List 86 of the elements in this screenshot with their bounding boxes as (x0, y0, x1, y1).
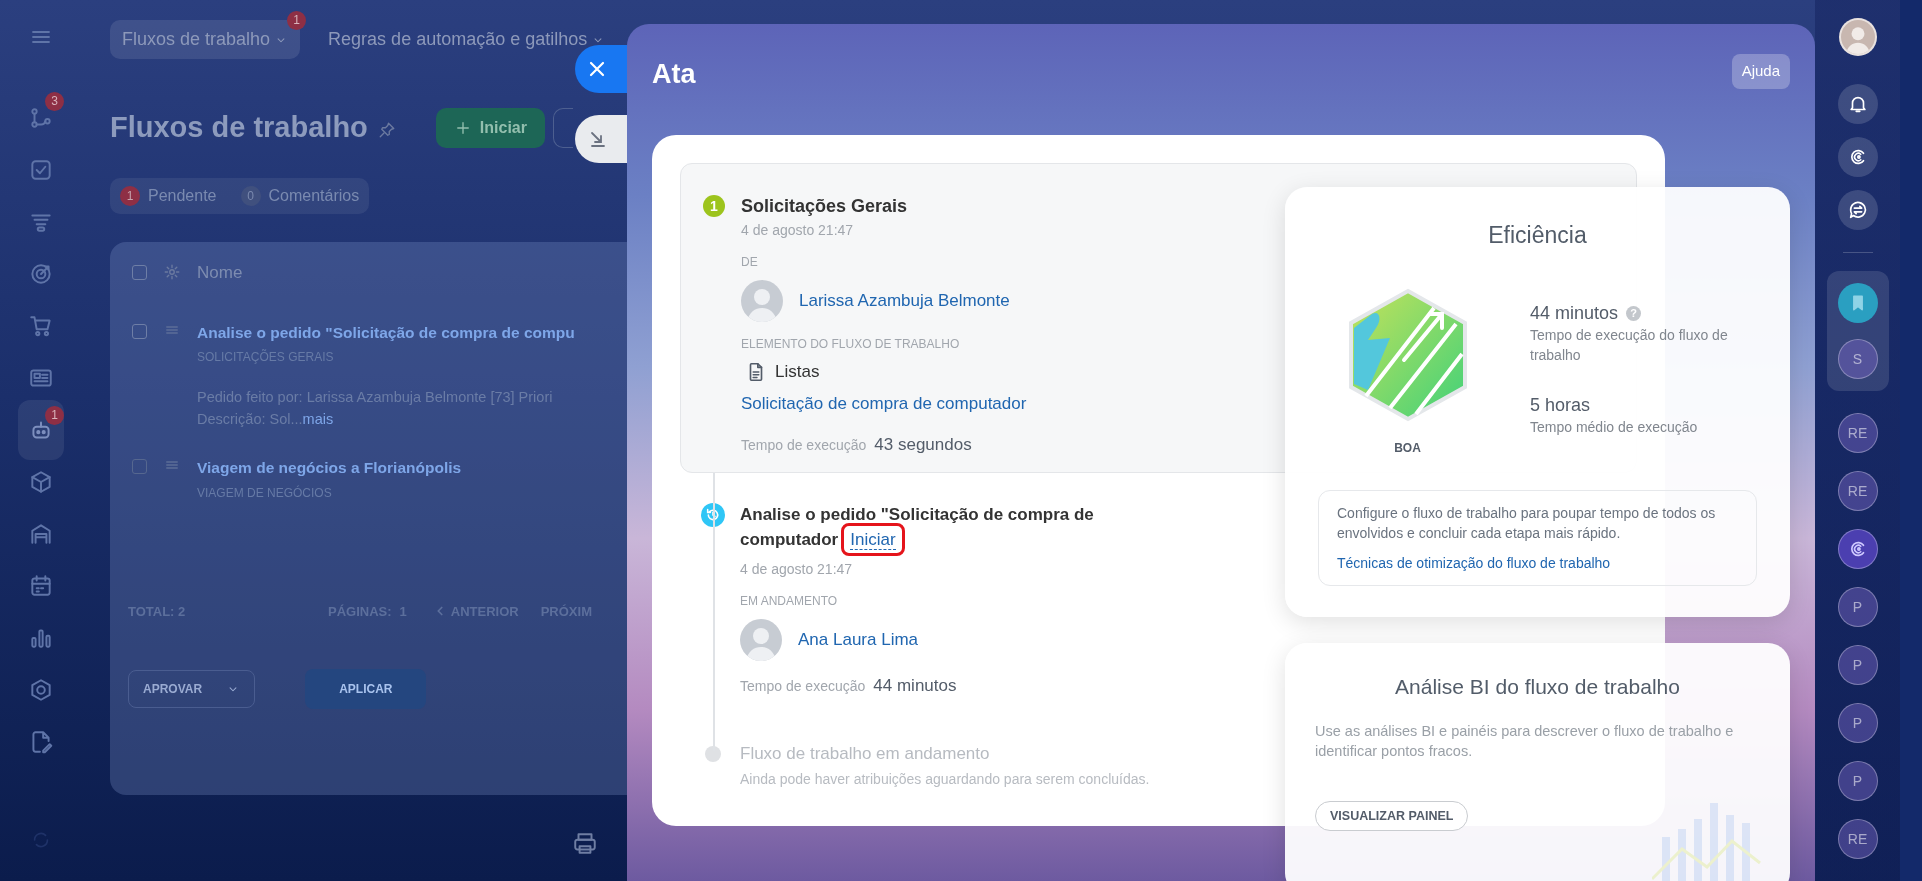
chat-avatar[interactable]: P (1837, 761, 1878, 801)
printer-icon (572, 830, 598, 857)
bookmark-button[interactable] (1837, 283, 1878, 323)
minimize-icon (589, 130, 607, 148)
chat-avatar[interactable]: RE (1837, 471, 1878, 511)
step-date: 4 de agosto 21:47 (741, 221, 855, 240)
checkbox[interactable] (132, 459, 147, 475)
section-label: EM ANDAMENTO (740, 593, 839, 609)
person-link[interactable]: Larissa Azambuja Belmonte (799, 289, 1010, 313)
chat-avatar[interactable] (1837, 529, 1878, 569)
time-value: 44 minutos (873, 675, 957, 697)
filter-chip[interactable]: 1 Pendente (120, 183, 217, 208)
element-type: Listas (775, 361, 820, 383)
toolbar-button[interactable] (552, 107, 573, 148)
card-text: Use as análises BI e painéis para descrever o fluxo de trabalho e identificar pontos fracos. (1315, 722, 1735, 761)
rating-label: BOA (1394, 440, 1421, 456)
cube-icon (28, 469, 54, 495)
section-label: ELEMENTO DO FLUXO DE TRABALHO (741, 336, 961, 352)
time-label: Tempo de execução (741, 436, 867, 455)
step-date: 4 de agosto 21:47 (740, 560, 854, 579)
tip-text: Configure o fluxo de trabalho para poupar tempo de todos os envolvidos e concluir cada etapa mais rápido. (1337, 504, 1717, 543)
stat-value: 5 horas (1530, 394, 1592, 417)
apply-button[interactable]: APLICAR (305, 669, 427, 709)
chat-avatar[interactable]: RE (1837, 413, 1878, 453)
time-label: Tempo de execução (740, 677, 866, 696)
stat-label: Tempo médio de execução (1530, 418, 1699, 437)
tab[interactable]: Regras de automação e gatilhos (316, 20, 618, 59)
element-link[interactable]: Solicitação de compra de computador (741, 392, 1027, 416)
action-select[interactable]: APROVAR (128, 670, 256, 708)
tip-link[interactable]: Técnicas de otimização do fluxo de trabalho (1337, 553, 1738, 573)
chat-avatar[interactable]: P (1837, 645, 1878, 685)
user-avatar[interactable] (1838, 18, 1877, 56)
person-avatar (740, 619, 782, 661)
chat-avatar[interactable]: P (1837, 587, 1878, 627)
pin-icon (377, 120, 396, 139)
card-title: Análise BI do fluxo de trabalho (1394, 674, 1681, 700)
row-title-link[interactable]: Analise o pedido "Solicitação de compra de compu (197, 321, 575, 345)
notification-badge: 1 (45, 406, 64, 425)
chat-avatar[interactable]: S (1837, 339, 1878, 379)
step-title: Solicitações Gerais (741, 195, 909, 218)
start-link[interactable]: Iniciar (844, 526, 902, 553)
cart-icon (28, 313, 54, 339)
checkbox[interactable] (132, 324, 147, 339)
time-value: 43 segundos (874, 434, 972, 456)
card-title: Eficiência (1487, 221, 1588, 250)
checkbox-icon (28, 157, 54, 183)
flow-icon (28, 105, 54, 131)
section-label: DE (741, 254, 759, 270)
chat-button[interactable] (1837, 190, 1878, 230)
assistant-button[interactable] (1837, 137, 1878, 177)
sidebar-item[interactable]: 1 (18, 400, 64, 460)
gear-icon (163, 263, 181, 282)
chat-avatar[interactable]: P (1837, 703, 1878, 743)
filter-label: Pendente (148, 185, 217, 206)
chat-avatar[interactable]: RE (1837, 819, 1878, 859)
row-title-link[interactable]: Viagem de negócios a Florianópolis (197, 456, 462, 480)
garage-icon (28, 521, 54, 547)
calendar-icon (28, 573, 54, 599)
filter-label: Comentários (268, 185, 360, 206)
notification-badge: 3 (45, 92, 64, 111)
more-link[interactable]: mais (302, 408, 334, 431)
stat-label: Tempo de execução do fluxo de trabalho (1530, 326, 1729, 365)
filter-chip[interactable]: 0 Comentários (240, 183, 360, 208)
step-number: 1 (703, 195, 725, 217)
step-title: Fluxo de trabalho em andamento (740, 742, 991, 765)
help-button[interactable]: Ajuda (1731, 54, 1790, 89)
notifications-button[interactable] (1837, 84, 1878, 124)
history-icon (701, 503, 725, 527)
counter-badge: 0 (240, 185, 261, 206)
step-title: Analise o pedido "Solicitação de compra de computador Iniciar (740, 503, 1170, 553)
step-note: Ainda pode haver atribuições aguardando para serem concluídas. (740, 769, 1150, 789)
notification-badge: 1 (287, 11, 307, 30)
minimize-button[interactable] (575, 115, 627, 163)
target-icon (28, 261, 54, 287)
person-link[interactable]: Ana Laura Lima (798, 628, 919, 652)
page-title: Fluxos de trabalho (110, 110, 368, 145)
checkbox[interactable] (132, 264, 147, 280)
counter-badge: 1 (120, 185, 140, 206)
start-button[interactable]: Iniciar (435, 107, 545, 148)
person-avatar (741, 280, 783, 322)
column-header: Nome (197, 261, 243, 284)
stat-value: 44 minutos ? (1530, 301, 1760, 325)
hexagon-icon (28, 677, 54, 703)
panel-title: Ata (652, 58, 696, 91)
view-dashboard-button[interactable]: VISUALIZAR PAINEL (1315, 801, 1469, 831)
close-icon (589, 61, 605, 77)
